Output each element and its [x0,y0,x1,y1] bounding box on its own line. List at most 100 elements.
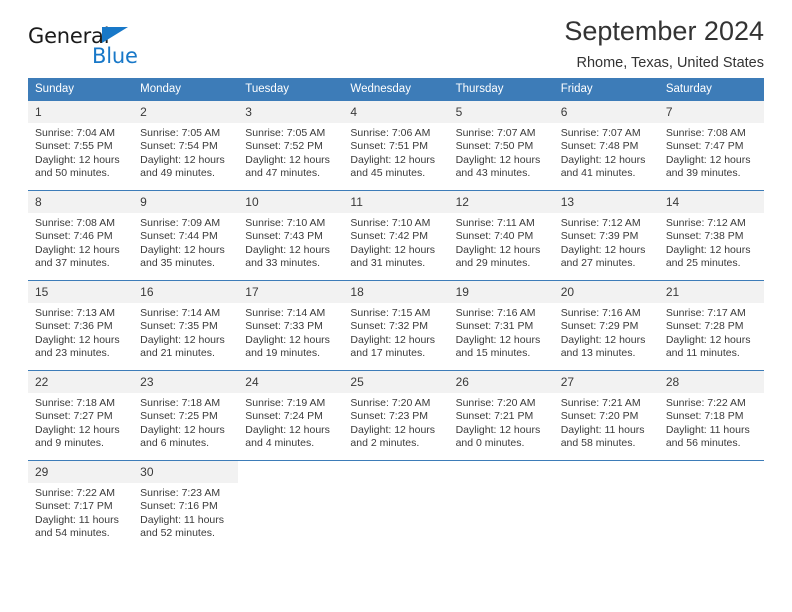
weekday-header-monday: Monday [133,78,239,101]
calendar-day-cell[interactable]: 19 Sunrise: 7:16 AM Sunset: 7:31 PM Dayligh… [448,280,554,371]
sunset-time: Sunset: 7:21 PM [455,410,534,423]
generalblue-logo[interactable]: General Blue [28,24,198,72]
calendar-week-row: 8 Sunrise: 7:08 AM Sunset: 7:46 PM Daylight… [28,190,764,281]
sunset-time: Sunset: 7:52 PM [245,140,323,153]
day-number: 28 [658,371,764,393]
daylight-duration-line2: and 52 minutes. [140,527,215,540]
title-block: September 2024 Rhome, Texas, United Stat… [564,16,764,71]
day-details: Sunrise: 7:23 AM Sunset: 7:16 PM Daylight:… [133,483,238,541]
sunrise-time: Sunrise: 7:16 AM [560,307,641,319]
calendar-day-cell[interactable]: 13 Sunrise: 7:12 AM Sunset: 7:39 PM Dayligh… [553,190,659,281]
calendar-day-cell[interactable]: 14 Sunrise: 7:12 AM Sunset: 7:38 PM Dayligh… [658,190,764,281]
day-number: 25 [343,371,449,393]
daylight-duration-line1: Daylight: 12 hours [455,243,541,256]
day-number [238,461,343,483]
sunset-time: Sunset: 7:27 PM [35,410,113,423]
calendar-day-cell[interactable]: 3 Sunrise: 7:05 AM Sunset: 7:52 PM Daylight… [238,100,344,191]
sunrise-time: Sunrise: 7:08 AM [665,127,746,139]
daylight-duration-line1: Daylight: 12 hours [245,153,330,166]
day-details: Sunrise: 7:20 AM Sunset: 7:23 PM Daylight:… [343,393,448,451]
sunrise-time: Sunrise: 7:10 AM [245,217,326,229]
calendar-day-cell[interactable]: 17 Sunrise: 7:14 AM Sunset: 7:33 PM Dayligh… [238,280,344,371]
calendar-day-cell[interactable]: 9 Sunrise: 7:09 AM Sunset: 7:44 PM Daylight… [133,190,239,281]
day-number: 18 [343,281,449,303]
sunset-time: Sunset: 7:32 PM [350,320,429,333]
calendar-day-cell[interactable]: 29 Sunrise: 7:22 AM Sunset: 7:17 PM Dayligh… [28,460,134,550]
day-number: 5 [448,101,554,123]
calendar-day-cell[interactable]: 12 Sunrise: 7:11 AM Sunset: 7:40 PM Dayligh… [448,190,554,281]
calendar-day-cell[interactable]: 27 Sunrise: 7:21 AM Sunset: 7:20 PM Dayligh… [553,370,659,461]
daylight-duration-line1: Daylight: 12 hours [245,423,330,436]
calendar-day-cell[interactable]: 18 Sunrise: 7:15 AM Sunset: 7:32 PM Dayligh… [343,280,449,371]
sunrise-time: Sunrise: 7:05 AM [245,127,326,139]
calendar-day-cell[interactable]: 24 Sunrise: 7:19 AM Sunset: 7:24 PM Dayligh… [238,370,344,461]
daylight-duration-line2: and 25 minutes. [665,257,741,270]
calendar-day-cell[interactable]: 7 Sunrise: 7:08 AM Sunset: 7:47 PM Daylight… [658,100,764,191]
sunrise-time: Sunrise: 7:10 AM [350,217,431,229]
daylight-duration-line2: and 39 minutes. [665,167,741,180]
daylight-duration-line2: and 50 minutes. [35,167,110,180]
sunrise-time: Sunrise: 7:16 AM [455,307,536,319]
calendar-empty-cell [658,460,764,550]
calendar-day-cell[interactable]: 2 Sunrise: 7:05 AM Sunset: 7:54 PM Daylight… [133,100,239,191]
calendar-day-cell[interactable]: 1 Sunrise: 7:04 AM Sunset: 7:55 PM Daylight… [28,100,134,191]
calendar-day-cell[interactable]: 22 Sunrise: 7:18 AM Sunset: 7:27 PM Dayligh… [28,370,134,461]
calendar-empty-cell [448,460,554,550]
page-header: General Blue September 2024 Rhome, Texas… [28,0,764,74]
day-details: Sunrise: 7:22 AM Sunset: 7:18 PM Daylight:… [659,393,764,451]
calendar-day-cell[interactable]: 25 Sunrise: 7:20 AM Sunset: 7:23 PM Dayligh… [343,370,449,461]
calendar-day-cell[interactable]: 21 Sunrise: 7:17 AM Sunset: 7:28 PM Dayligh… [658,280,764,371]
sunset-time: Sunset: 7:50 PM [455,140,534,153]
calendar-day-cell[interactable]: 10 Sunrise: 7:10 AM Sunset: 7:43 PM Dayligh… [238,190,344,281]
calendar-day-cell[interactable]: 15 Sunrise: 7:13 AM Sunset: 7:36 PM Dayligh… [28,280,134,371]
sunset-time: Sunset: 7:44 PM [140,230,218,243]
day-details: Sunrise: 7:05 AM Sunset: 7:52 PM Daylight:… [238,123,343,181]
daylight-duration-line1: Daylight: 12 hours [455,423,541,436]
calendar-day-cell[interactable]: 28 Sunrise: 7:22 AM Sunset: 7:18 PM Dayligh… [658,370,764,461]
calendar-day-cell[interactable]: 16 Sunrise: 7:14 AM Sunset: 7:35 PM Dayligh… [133,280,239,371]
day-details: Sunrise: 7:14 AM Sunset: 7:35 PM Daylight:… [133,303,238,361]
sunrise-time: Sunrise: 7:08 AM [35,217,115,229]
daylight-duration-line1: Daylight: 12 hours [560,153,646,166]
calendar-body: 1 Sunrise: 7:04 AM Sunset: 7:55 PM Daylight… [28,100,764,550]
sunrise-time: Sunrise: 7:20 AM [455,397,536,409]
sunset-time: Sunset: 7:47 PM [665,140,744,153]
sunrise-time: Sunrise: 7:12 AM [665,217,746,229]
daylight-duration-line2: and 43 minutes. [455,167,531,180]
day-number: 10 [238,191,344,213]
calendar-header-row: Sunday Monday Tuesday Wednesday Thursday… [28,78,764,101]
calendar-week-row: 1 Sunrise: 7:04 AM Sunset: 7:55 PM Daylight… [28,100,764,191]
day-details: Sunrise: 7:11 AM Sunset: 7:40 PM Daylight:… [449,213,554,271]
sunrise-time: Sunrise: 7:15 AM [350,307,431,319]
calendar-day-cell[interactable]: 23 Sunrise: 7:18 AM Sunset: 7:25 PM Dayligh… [133,370,239,461]
day-number: 3 [238,101,344,123]
daylight-duration-line2: and 47 minutes. [245,167,320,180]
sunrise-time: Sunrise: 7:13 AM [35,307,115,319]
day-details: Sunrise: 7:20 AM Sunset: 7:21 PM Daylight:… [449,393,554,451]
calendar-day-cell[interactable]: 11 Sunrise: 7:10 AM Sunset: 7:42 PM Dayligh… [343,190,449,281]
calendar-day-cell[interactable]: 30 Sunrise: 7:23 AM Sunset: 7:16 PM Dayligh… [133,460,239,550]
daylight-duration-line2: and 29 minutes. [455,257,531,270]
weekday-header-tuesday: Tuesday [238,78,344,101]
day-number: 24 [238,371,344,393]
sunrise-time: Sunrise: 7:12 AM [560,217,641,229]
weekday-header-thursday: Thursday [448,78,554,101]
daylight-duration-line2: and 19 minutes. [245,347,320,360]
sunset-time: Sunset: 7:28 PM [665,320,744,333]
sunset-time: Sunset: 7:51 PM [350,140,429,153]
calendar-day-cell[interactable]: 4 Sunrise: 7:06 AM Sunset: 7:51 PM Daylight… [343,100,449,191]
calendar-day-cell[interactable]: 8 Sunrise: 7:08 AM Sunset: 7:46 PM Daylight… [28,190,134,281]
calendar-day-cell[interactable]: 20 Sunrise: 7:16 AM Sunset: 7:29 PM Dayligh… [553,280,659,371]
day-details: Sunrise: 7:17 AM Sunset: 7:28 PM Daylight:… [659,303,764,361]
sunset-time: Sunset: 7:20 PM [560,410,639,423]
calendar-day-cell[interactable]: 5 Sunrise: 7:07 AM Sunset: 7:50 PM Daylight… [448,100,554,191]
daylight-duration-line1: Daylight: 12 hours [350,333,436,346]
sunrise-time: Sunrise: 7:23 AM [140,487,221,499]
daylight-duration-line1: Daylight: 12 hours [140,423,225,436]
day-number: 19 [448,281,554,303]
sunrise-time: Sunrise: 7:14 AM [140,307,221,319]
day-number: 8 [28,191,134,213]
page-subtitle: Rhome, Texas, United States [576,55,764,72]
calendar-day-cell[interactable]: 26 Sunrise: 7:20 AM Sunset: 7:21 PM Dayligh… [448,370,554,461]
calendar-day-cell[interactable]: 6 Sunrise: 7:07 AM Sunset: 7:48 PM Daylight… [553,100,659,191]
